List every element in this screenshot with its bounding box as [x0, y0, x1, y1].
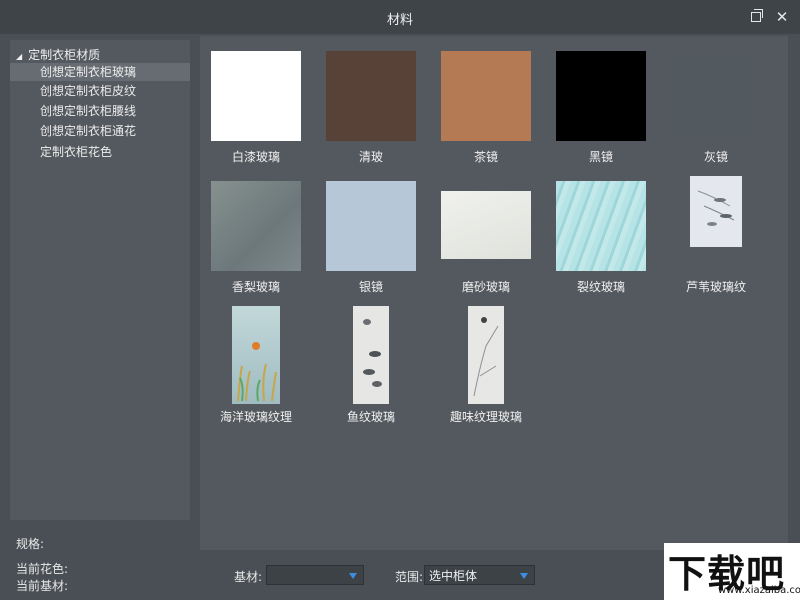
- restore-button[interactable]: [748, 9, 764, 25]
- reed-pattern-icon: [697, 190, 735, 226]
- material-tile-clear-glass[interactable]: 清玻: [326, 51, 416, 171]
- title-bar: 材料 ✕: [0, 0, 800, 34]
- material-label: 银镜: [358, 280, 383, 294]
- swatch-frosted-glass: [441, 191, 531, 259]
- material-label: 清玻: [358, 150, 383, 164]
- material-label: 磨砂玻璃: [461, 280, 510, 294]
- tree-root[interactable]: ◢ 定制衣柜材质: [16, 46, 100, 63]
- base-label: 基材:: [234, 570, 263, 584]
- range-select[interactable]: 选中柜体: [424, 565, 535, 585]
- material-tile-silver-mirror[interactable]: 银镜: [326, 181, 416, 301]
- material-label: 灰镜: [703, 150, 728, 164]
- material-tile-frosted-glass[interactable]: 磨砂玻璃: [441, 181, 531, 301]
- current-pattern-label: 当前花色:: [16, 562, 69, 576]
- material-tile-black-mirror[interactable]: 黑镜: [556, 51, 646, 171]
- material-tile-crackle-glass[interactable]: 裂纹玻璃: [556, 181, 646, 301]
- swatch-tea-mirror: [441, 51, 531, 141]
- window-title: 材料: [386, 13, 413, 28]
- material-label: 白漆玻璃: [231, 150, 280, 164]
- material-tile-white-glass[interactable]: 白漆玻璃: [211, 51, 301, 171]
- material-tile-grey-mirror[interactable]: 灰镜: [671, 51, 761, 171]
- material-label: 香梨玻璃: [231, 280, 280, 294]
- branch-pattern-icon: [473, 317, 499, 397]
- material-label: 黑镜: [588, 150, 613, 164]
- material-tile-pear-glass[interactable]: 香梨玻璃: [211, 181, 301, 301]
- material-label: 趣味纹理玻璃: [449, 410, 522, 424]
- swatch-white-glass: [211, 51, 301, 141]
- tree-item-waistline[interactable]: 创想定制衣柜腰线: [10, 102, 190, 120]
- swatch-ocean-glass: [232, 306, 280, 404]
- watermark-url: www.xiazaiba.com: [718, 585, 800, 596]
- base-select[interactable]: [266, 565, 364, 585]
- fish-pattern-icon: [363, 319, 382, 387]
- swatch-silver-mirror: [326, 181, 416, 271]
- current-base-label: 当前基材:: [16, 579, 69, 593]
- close-icon: ✕: [775, 8, 789, 26]
- ocean-pattern-icon: [237, 342, 277, 402]
- range-select-value: 选中柜体: [429, 569, 478, 583]
- swatch-grey-mirror: [671, 51, 761, 141]
- material-label: 鱼纹玻璃: [346, 410, 395, 424]
- material-tile-fish-glass[interactable]: 鱼纹玻璃: [326, 306, 416, 431]
- tree-item-colors[interactable]: 定制衣柜花色: [10, 143, 190, 161]
- swatch-crackle-glass: [556, 181, 646, 271]
- watermark: 下载吧 www.xiazaiba.com: [664, 543, 800, 600]
- expand-triangle-icon[interactable]: ◢: [16, 52, 22, 61]
- material-tile-fun-glass[interactable]: 趣味纹理玻璃: [441, 306, 531, 431]
- swatch-fish-glass: [353, 306, 389, 404]
- close-button[interactable]: ✕: [774, 9, 790, 25]
- dropdown-arrow-icon: [520, 573, 528, 579]
- material-label: 茶镜: [473, 150, 498, 164]
- tree-item-glass[interactable]: 创想定制衣柜玻璃: [10, 63, 190, 81]
- material-label: 芦苇玻璃纹: [685, 280, 746, 294]
- range-label: 范围:: [395, 570, 424, 584]
- tree-item-lattice[interactable]: 创想定制衣柜通花: [10, 122, 190, 140]
- tree-root-label: 定制衣柜材质: [28, 48, 101, 62]
- material-label: 裂纹玻璃: [576, 280, 625, 294]
- material-tile-ocean-glass[interactable]: 海洋玻璃纹理: [211, 306, 301, 431]
- swatch-clear-glass: [326, 51, 416, 141]
- material-tile-tea-mirror[interactable]: 茶镜: [441, 51, 531, 171]
- tree-item-leather[interactable]: 创想定制衣柜皮纹: [10, 82, 190, 100]
- swatch-pear-glass: [211, 181, 301, 271]
- spec-label: 规格:: [16, 537, 45, 551]
- category-tree: ◢ 定制衣柜材质 创想定制衣柜玻璃 创想定制衣柜皮纹 创想定制衣柜腰线 创想定制衣…: [10, 40, 190, 520]
- material-tile-reed-glass[interactable]: 芦苇玻璃纹: [671, 176, 761, 301]
- swatch-reed-glass: [690, 176, 742, 247]
- swatch-fun-glass: [468, 306, 504, 404]
- materials-grid: 白漆玻璃 清玻 茶镜 黑镜 灰镜 香梨玻璃 银镜 磨砂玻璃 裂纹玻璃 芦苇玻璃纹…: [200, 36, 788, 550]
- dropdown-arrow-icon: [349, 573, 357, 579]
- material-label: 海洋玻璃纹理: [219, 410, 292, 424]
- swatch-black-mirror: [556, 51, 646, 141]
